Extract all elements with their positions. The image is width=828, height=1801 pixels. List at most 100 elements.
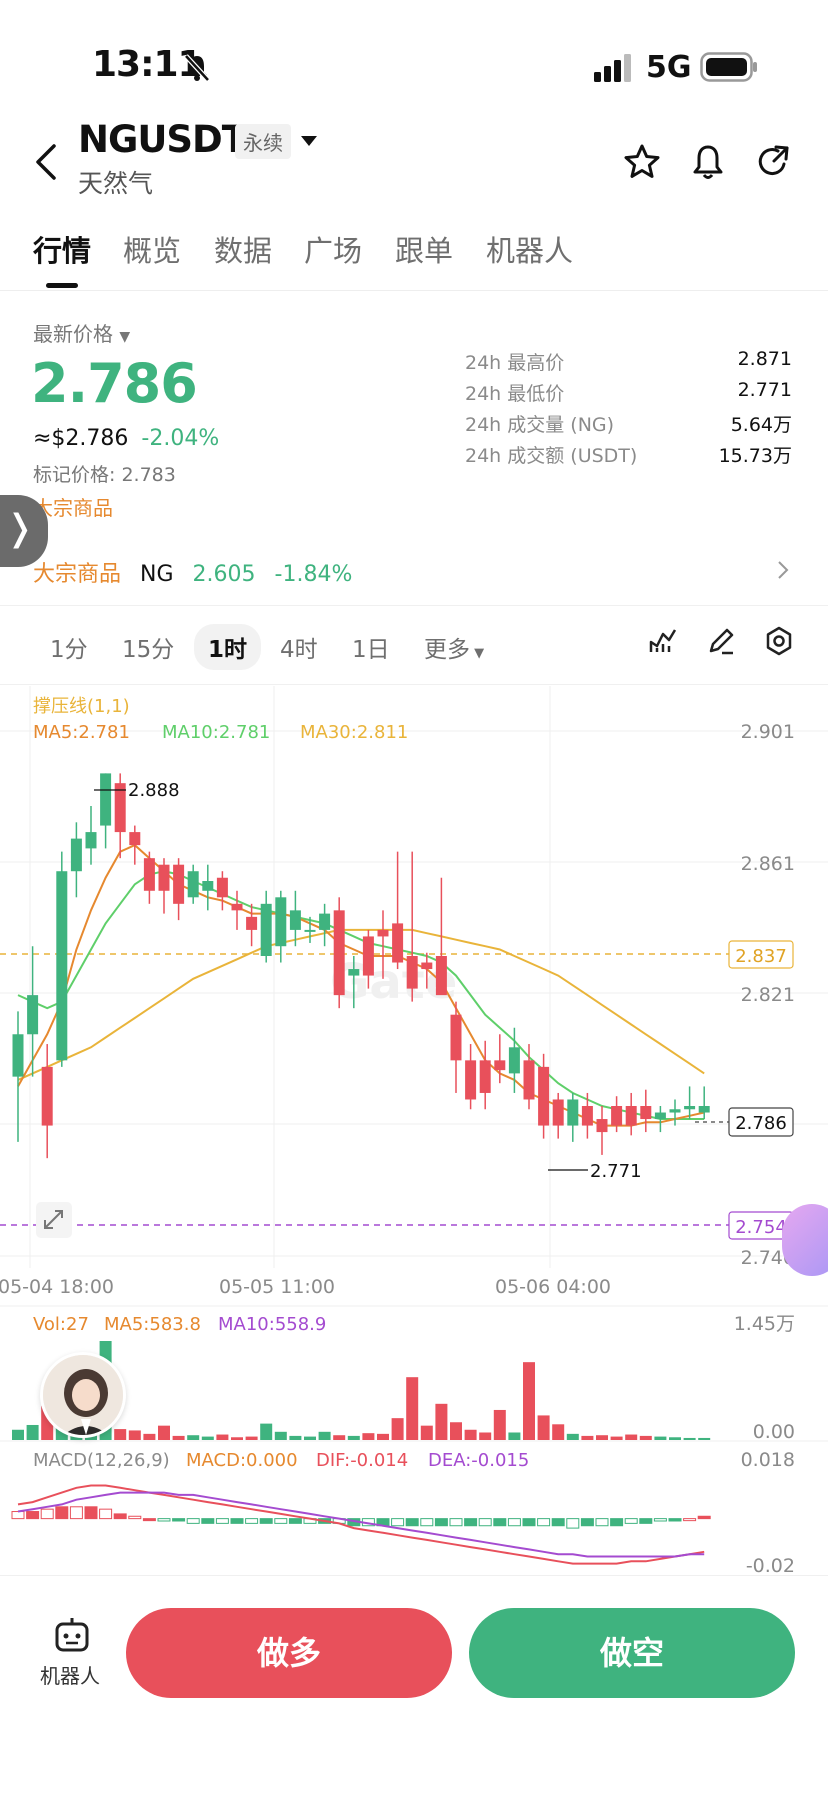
commodity-symbol: NG bbox=[140, 562, 174, 587]
divider bbox=[0, 1575, 828, 1576]
candle bbox=[114, 773, 126, 859]
latest-price-label[interactable]: 最新价格 ▼ bbox=[33, 318, 130, 347]
candle bbox=[12, 1011, 24, 1142]
macd-bar bbox=[566, 1518, 580, 1529]
interval-1m[interactable]: 1分 bbox=[50, 630, 88, 664]
pair-title[interactable]: NGUSDT bbox=[78, 118, 247, 161]
interval-15m[interactable]: 15分 bbox=[122, 630, 174, 664]
draw-pen-icon[interactable] bbox=[706, 626, 736, 656]
macd-bar bbox=[624, 1518, 638, 1524]
caret-down-icon: ▼ bbox=[119, 329, 131, 345]
stat-value-volume: 5.64万 bbox=[730, 414, 792, 436]
macd-bar bbox=[113, 1513, 127, 1520]
long-button[interactable]: 做多 bbox=[126, 1608, 452, 1698]
macd-bar bbox=[493, 1518, 507, 1527]
tab-market[interactable]: 行情 bbox=[33, 228, 91, 270]
interval-1h[interactable]: 1时 bbox=[194, 624, 262, 670]
macd-bar bbox=[683, 1518, 697, 1522]
tab-square[interactable]: 广场 bbox=[304, 228, 362, 270]
macd-bar bbox=[26, 1511, 40, 1520]
candle bbox=[100, 773, 112, 849]
star-icon[interactable] bbox=[622, 142, 662, 182]
volume-bar bbox=[114, 1429, 127, 1440]
dropdown-caret-icon[interactable] bbox=[300, 134, 318, 148]
vol-legend: Vol:27 bbox=[33, 1314, 89, 1335]
volume-bar bbox=[406, 1377, 419, 1440]
candle bbox=[450, 1001, 462, 1093]
resistance-level: 2.837 bbox=[735, 946, 787, 967]
settings-icon[interactable] bbox=[764, 626, 794, 656]
candle bbox=[70, 822, 82, 898]
support-level: 2.754 bbox=[735, 1217, 787, 1238]
assistant-avatar[interactable] bbox=[40, 1352, 126, 1438]
macd-bar bbox=[230, 1518, 244, 1524]
price-chart[interactable]: Gate 撑压线(1,1) MA5:2.781 MA10:2.781 MA30:… bbox=[0, 686, 828, 1574]
ma30-legend: MA30:2.811 bbox=[300, 722, 408, 743]
robot-icon[interactable] bbox=[52, 1615, 92, 1655]
interval-1d[interactable]: 1日 bbox=[352, 630, 390, 664]
macd-bar bbox=[215, 1518, 229, 1524]
candle bbox=[596, 1106, 608, 1155]
macd-bar bbox=[551, 1518, 565, 1527]
volume-bar bbox=[464, 1429, 477, 1440]
interval-4h[interactable]: 4时 bbox=[280, 630, 318, 664]
candle bbox=[41, 1044, 53, 1159]
stat-value-turnover: 15.73万 bbox=[718, 445, 792, 467]
macd-y-tick: 0.018 bbox=[741, 1449, 795, 1471]
short-button[interactable]: 做空 bbox=[469, 1608, 795, 1698]
expand-icon[interactable] bbox=[36, 1202, 72, 1238]
macd-title: MACD(12,26,9) bbox=[33, 1450, 170, 1471]
candle bbox=[669, 1099, 681, 1126]
x-tick: 05-05 11:00 bbox=[219, 1276, 335, 1298]
volume-bar bbox=[523, 1362, 535, 1440]
volume-bar bbox=[158, 1425, 170, 1440]
tab-overview[interactable]: 概览 bbox=[123, 228, 181, 270]
volume-bar bbox=[596, 1435, 608, 1440]
tab-robot[interactable]: 机器人 bbox=[486, 228, 573, 270]
current-price-level: 2.786 bbox=[735, 1113, 787, 1134]
volume-bar bbox=[347, 1435, 360, 1440]
volume-bar bbox=[318, 1431, 331, 1440]
indicator-icon[interactable] bbox=[648, 626, 678, 656]
tab-data[interactable]: 数据 bbox=[214, 228, 272, 270]
share-icon[interactable] bbox=[754, 142, 794, 182]
pair-type-badge: 永续 bbox=[235, 124, 291, 159]
macd-bar bbox=[653, 1518, 667, 1522]
interval-more[interactable]: 更多 ▼ bbox=[424, 630, 484, 664]
commodity-row[interactable]: 大宗商品 NG 2.605 -1.84% bbox=[33, 556, 364, 588]
robot-label[interactable]: 机器人 bbox=[40, 1660, 100, 1689]
vol-y-tick: 1.45万 bbox=[734, 1313, 795, 1335]
bell-icon[interactable] bbox=[688, 142, 728, 182]
commodity-category: 大宗商品 bbox=[33, 562, 122, 587]
pair-subtitle: 天然气 bbox=[78, 169, 154, 198]
macd-bar bbox=[40, 1508, 54, 1520]
macd-bar bbox=[580, 1518, 594, 1527]
vol-y-tick: 0.00 bbox=[753, 1421, 795, 1443]
macd-bar bbox=[128, 1515, 142, 1520]
dif-value: DIF:-0.014 bbox=[316, 1450, 408, 1471]
volume-bar bbox=[231, 1437, 243, 1440]
candle bbox=[85, 806, 97, 865]
candle bbox=[246, 903, 258, 947]
candle bbox=[260, 890, 272, 963]
chat-bubble-button[interactable] bbox=[782, 1204, 828, 1276]
macd-bar bbox=[259, 1518, 273, 1524]
back-icon[interactable] bbox=[32, 142, 62, 182]
volume-bar bbox=[493, 1409, 506, 1440]
volume-bar bbox=[377, 1433, 389, 1440]
volume-bar bbox=[479, 1432, 492, 1440]
volume-bar bbox=[625, 1434, 638, 1440]
y-tick: 2.821 bbox=[741, 984, 795, 1006]
low-marker: 2.771 bbox=[590, 1161, 642, 1182]
chevron-right-icon[interactable] bbox=[776, 560, 790, 580]
tab-copy-trade[interactable]: 跟单 bbox=[395, 228, 453, 270]
volume-bar bbox=[201, 1436, 214, 1440]
divider bbox=[0, 605, 828, 606]
divider bbox=[0, 290, 828, 291]
candle bbox=[567, 1092, 579, 1142]
macd-bar bbox=[55, 1506, 69, 1520]
candle bbox=[231, 890, 243, 930]
dea-value: DEA:-0.015 bbox=[428, 1450, 529, 1471]
volume-bar bbox=[450, 1422, 462, 1440]
latest-price: 2.786 bbox=[31, 352, 198, 415]
